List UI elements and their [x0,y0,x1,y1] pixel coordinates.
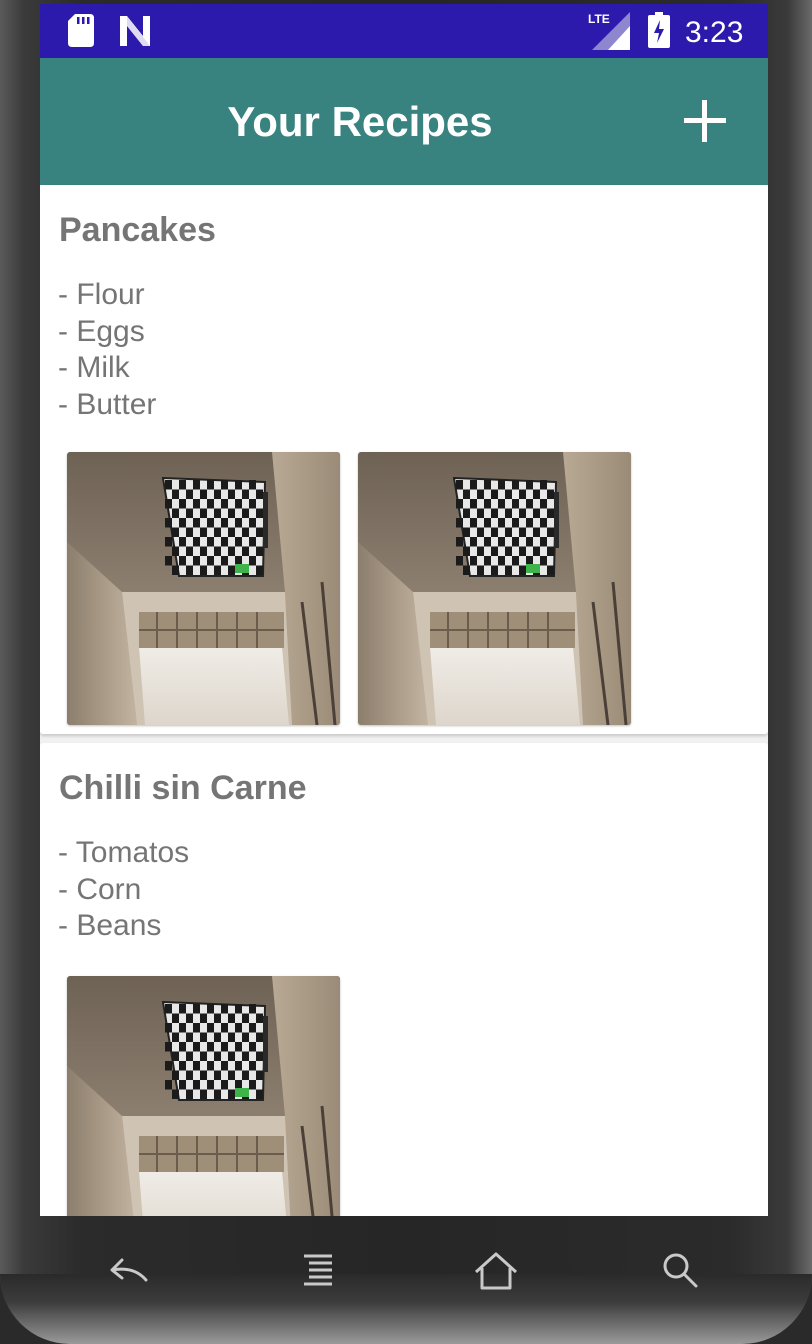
n-notification-icon [120,16,150,46]
recipe-photo[interactable] [358,452,631,725]
search-button[interactable] [656,1246,706,1296]
back-button[interactable] [106,1246,156,1296]
navigation-bar [40,1216,768,1306]
page-title: Your Recipes [227,98,493,145]
ingredient-list: - Flour - Eggs - Milk - Butter [58,277,156,423]
back-icon [110,1258,148,1282]
plus-icon [684,100,726,142]
menu-icon [304,1254,332,1286]
recipe-photo[interactable] [67,452,340,725]
ingredient-item: - Milk [58,351,130,384]
search-icon [663,1253,698,1288]
ingredient-list: - Tomatos - Corn - Beans [58,835,189,945]
svg-text:LTE: LTE [588,12,610,26]
app-bar: Your Recipes [40,58,768,185]
ingredient-item: - Tomatos [58,836,190,869]
recipe-card[interactable]: Chilli sin Carne - Tomatos - Corn - Bean… [40,743,768,1216]
recipe-card[interactable]: Pancakes - Flour - Eggs - Milk - Butter [40,185,768,734]
ingredient-item: - Corn [58,872,142,906]
recipe-photo[interactable] [67,976,340,1216]
sd-card-icon [68,14,94,47]
status-bar: LTE 3:23 [40,4,768,58]
recipe-title: Pancakes [59,211,216,249]
ingredient-item: - Flour [58,278,145,311]
ingredient-item: - Eggs [58,314,145,348]
home-button[interactable] [472,1246,522,1296]
battery-charging-icon [648,12,670,48]
phone-screen: LTE 3:23 Your Recipes Pancakes - Flour -… [40,4,768,1216]
add-recipe-button[interactable] [680,96,730,146]
recipe-title: Chilli sin Carne [59,769,307,807]
ingredient-item: - Butter [58,387,157,421]
ingredient-item: - Beans [58,909,162,942]
home-icon [474,1252,518,1290]
menu-button[interactable] [292,1246,342,1296]
status-time: 3:23 [685,16,744,49]
lte-signal-icon: LTE [588,12,630,50]
